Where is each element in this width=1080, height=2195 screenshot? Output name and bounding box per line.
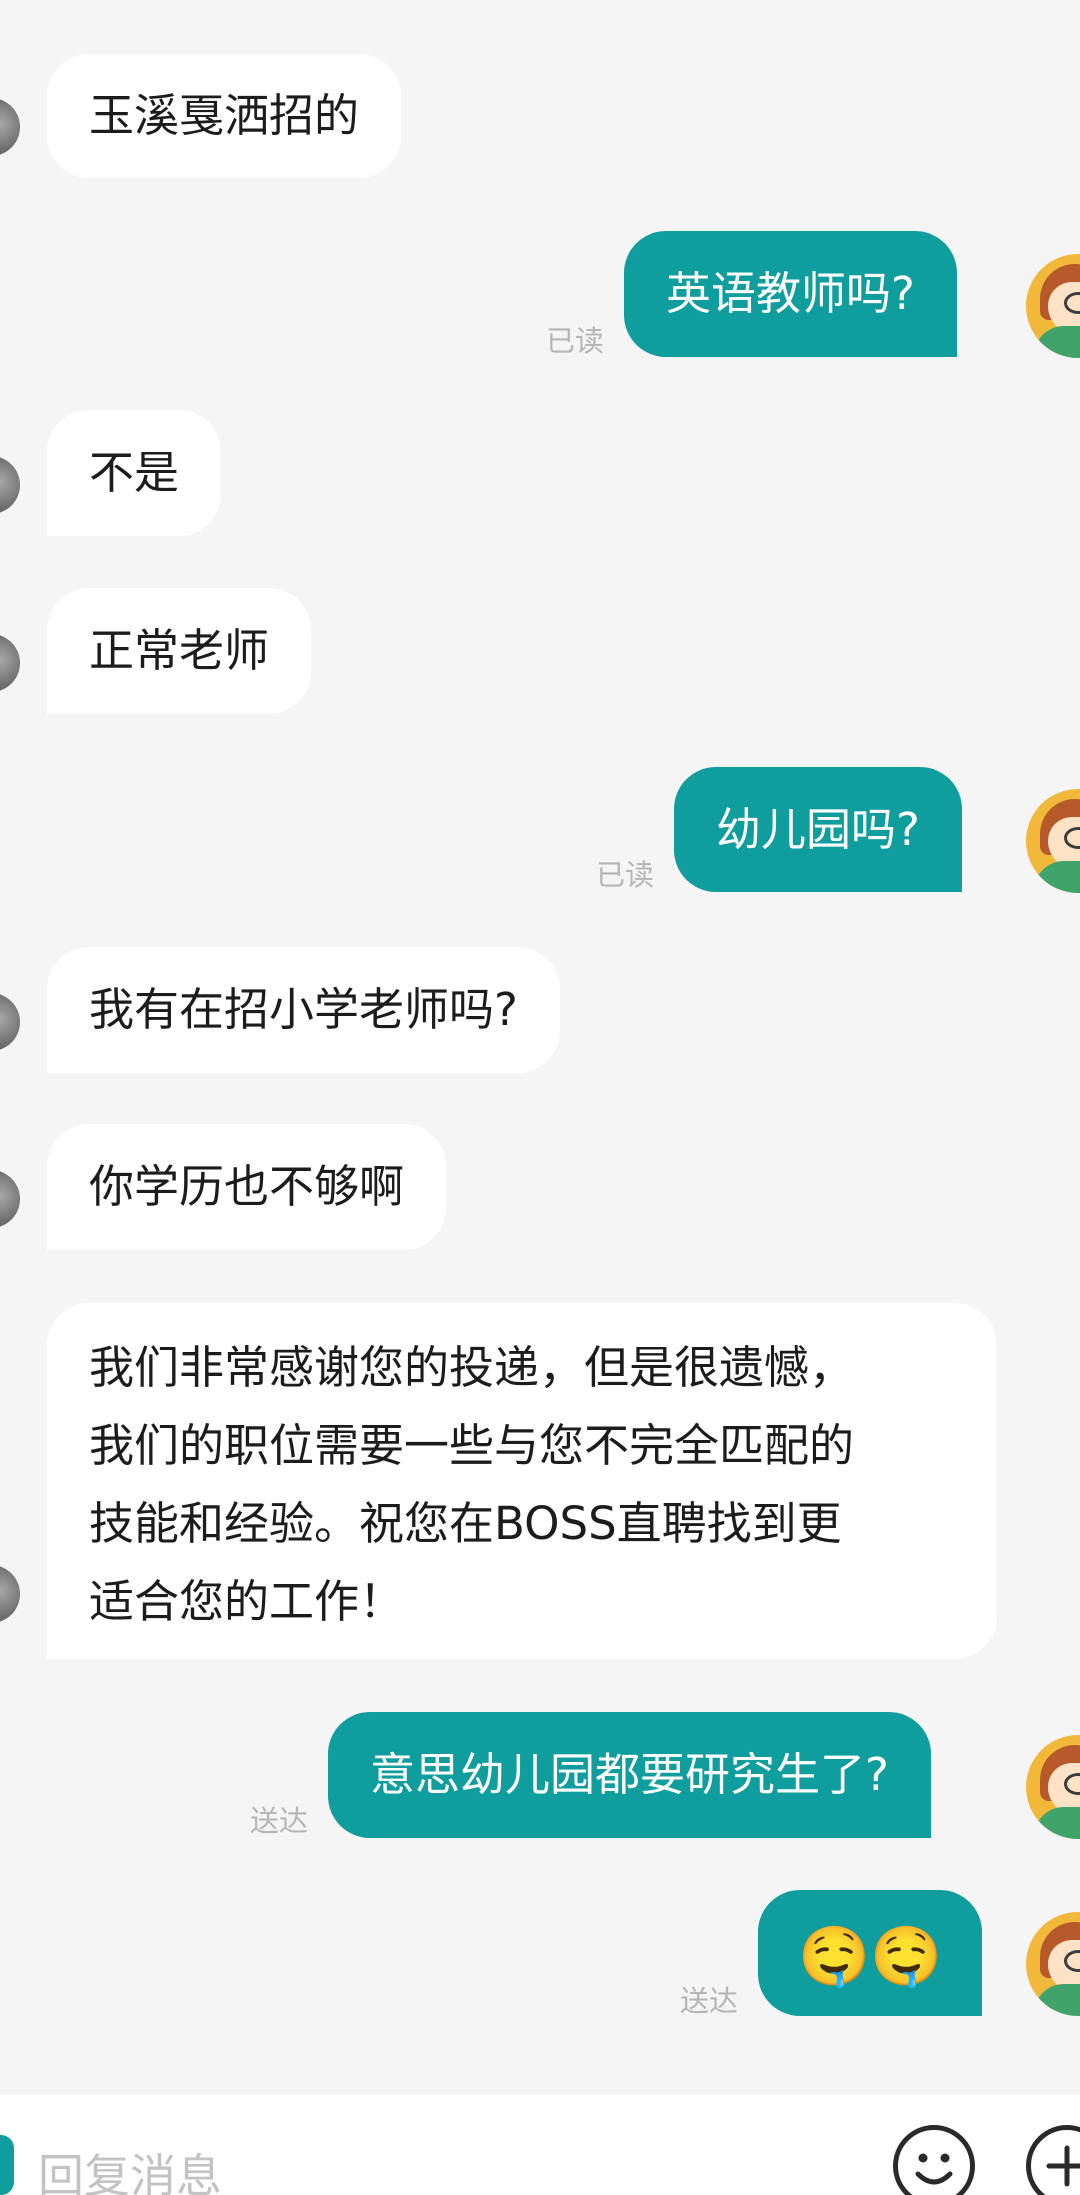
user-avatar[interactable] [1026, 254, 1080, 358]
avatar-shirt [1034, 1984, 1080, 2016]
avatar-shirt [1034, 861, 1080, 893]
plus-glyph [1046, 2145, 1080, 2187]
incoming-message-bubble[interactable]: 玉溪戛洒招的 [47, 54, 402, 178]
user-avatar[interactable] [1026, 789, 1080, 893]
message-line: 技能和经验。祝您在BOSS直聘找到更 [89, 1497, 842, 1550]
user-avatar[interactable] [1026, 1912, 1080, 2016]
message-status-delivered: 送达 [250, 1804, 309, 1838]
outgoing-emoji-bubble[interactable]: 🤤🤤 [758, 1890, 983, 2016]
contact-avatar[interactable] [0, 993, 20, 1051]
outgoing-message-bubble[interactable]: 英语教师吗? [624, 231, 957, 357]
message-line: 我们的职位需要一些与您不完全匹配的 [89, 1419, 855, 1472]
user-avatar[interactable] [1026, 1735, 1080, 1839]
input-cursor-accent [0, 2135, 14, 2195]
outgoing-message-bubble[interactable]: 幼儿园吗? [674, 767, 962, 892]
plus-icon[interactable] [1026, 2125, 1080, 2195]
drooling-face-emoji: 🤤🤤 [798, 1922, 943, 1990]
incoming-message-bubble[interactable]: 你学历也不够啊 [47, 1124, 447, 1250]
message-line: 适合您的工作！ [89, 1575, 405, 1628]
reply-input-bar: 回复消息 [0, 2095, 1080, 2195]
avatar-shirt [1034, 1807, 1080, 1839]
message-status-read: 已读 [596, 858, 655, 892]
contact-avatar[interactable] [0, 1565, 20, 1623]
contact-avatar[interactable] [0, 634, 20, 692]
reply-input[interactable]: 回复消息 [38, 2140, 222, 2195]
incoming-message-bubble[interactable]: 不是 [47, 410, 222, 536]
contact-avatar[interactable] [0, 456, 20, 514]
incoming-message-bubble[interactable]: 我有在招小学老师吗? [47, 947, 560, 1073]
outgoing-message-bubble[interactable]: 意思幼儿园都要研究生了? [328, 1712, 931, 1838]
smiley-face-icon[interactable] [893, 2125, 975, 2195]
contact-avatar[interactable] [0, 1170, 20, 1228]
message-status-read: 已读 [546, 324, 605, 358]
message-line: 我们非常感谢您的投递，但是很遗憾， [89, 1341, 855, 1394]
message-status-delivered: 送达 [680, 1984, 739, 2018]
incoming-message-bubble[interactable]: 我们非常感谢您的投递，但是很遗憾， 我们的职位需要一些与您不完全匹配的 技能和经… [47, 1303, 997, 1659]
avatar-shirt [1034, 326, 1080, 358]
incoming-message-bubble[interactable]: 正常老师 [47, 588, 312, 714]
smiley-face-glyph [915, 2153, 953, 2185]
contact-avatar[interactable] [0, 98, 20, 156]
chat-screen: 玉溪戛洒招的 已读 英语教师吗? 不是 正常老师 已读 幼儿园吗? 我有在招小学… [0, 0, 1080, 2195]
